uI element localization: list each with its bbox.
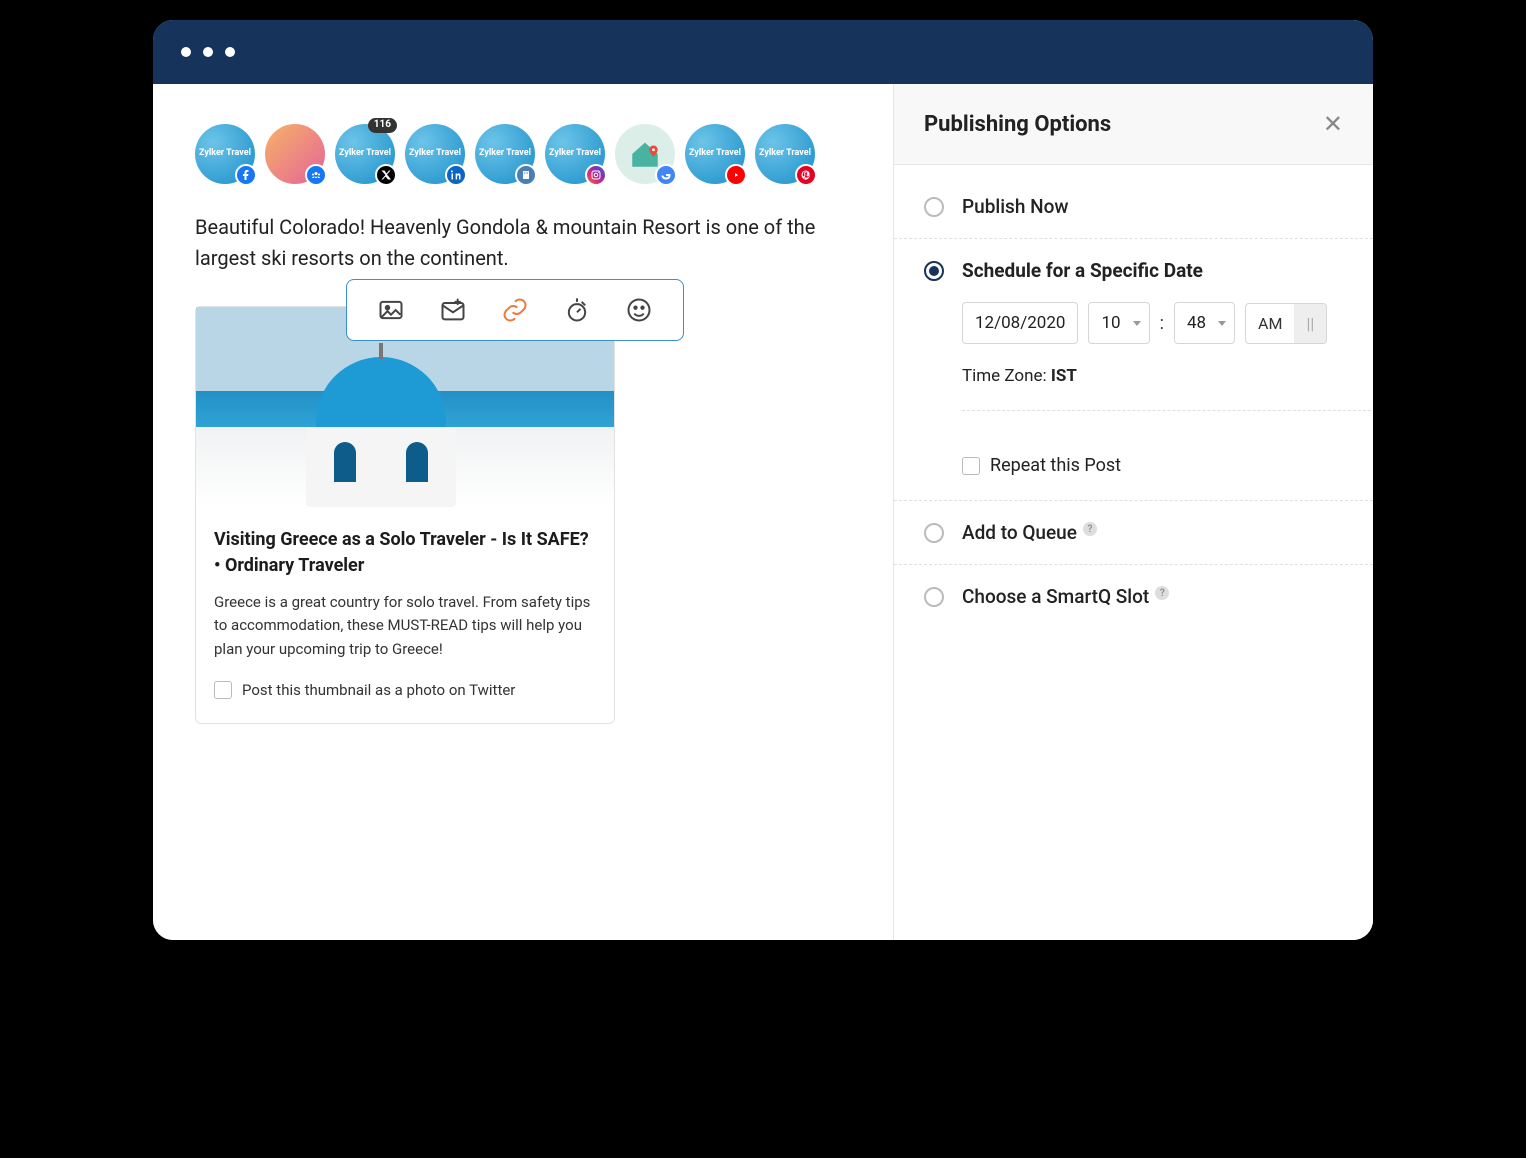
account-chip-facebook[interactable]: Zylker Travel xyxy=(195,124,255,184)
account-chip-facebook-group[interactable] xyxy=(265,124,325,184)
google-icon xyxy=(655,164,677,186)
repeat-checkbox[interactable] xyxy=(962,457,980,475)
option-publish-now[interactable]: Publish Now xyxy=(894,175,1373,239)
pinterest-icon xyxy=(795,164,817,186)
titlebar xyxy=(153,20,1373,84)
radio-publish-now[interactable] xyxy=(924,197,944,217)
close-icon[interactable]: ✕ xyxy=(1323,110,1343,138)
group-icon xyxy=(305,164,327,186)
time-colon: : xyxy=(1160,313,1164,334)
preview-body: Visiting Greece as a Solo Traveler - Is … xyxy=(196,507,614,723)
chevron-down-icon xyxy=(1133,321,1141,326)
account-count-badge: 116 xyxy=(368,118,397,133)
link-icon[interactable] xyxy=(501,296,529,324)
radio-smartq[interactable] xyxy=(924,587,944,607)
option-smartq[interactable]: Choose a SmartQ Slot? xyxy=(894,565,1373,628)
radio-schedule[interactable] xyxy=(924,261,944,281)
app-window: Zylker Travel Zylker Travel116 Zylker Tr… xyxy=(153,20,1373,940)
account-chip-pinterest[interactable]: Zylker Travel xyxy=(755,124,815,184)
help-icon[interactable]: ? xyxy=(1083,522,1097,536)
account-chip-youtube[interactable]: Zylker Travel xyxy=(685,124,745,184)
datetime-row: 12/08/2020 10 : 48 AM || xyxy=(962,302,1343,344)
repeat-row: Repeat this Post xyxy=(962,455,1343,476)
window-dot[interactable] xyxy=(181,47,191,57)
preview-title: Visiting Greece as a Solo Traveler - Is … xyxy=(214,527,596,579)
timezone-label: Time Zone: IST xyxy=(962,366,1343,386)
help-icon[interactable]: ? xyxy=(1155,586,1169,600)
twitter-thumb-label: Post this thumbnail as a photo on Twitte… xyxy=(242,681,515,699)
window-dot[interactable] xyxy=(203,47,213,57)
panel-title: Publishing Options xyxy=(924,112,1111,137)
instagram-icon xyxy=(585,164,607,186)
x-icon xyxy=(375,164,397,186)
image-icon[interactable] xyxy=(377,296,405,324)
schedule-controls: 12/08/2020 10 : 48 AM || Time Zone: IST xyxy=(894,302,1373,501)
radio-queue[interactable] xyxy=(924,523,944,543)
accounts-row: Zylker Travel Zylker Travel116 Zylker Tr… xyxy=(195,124,851,184)
content: Zylker Travel Zylker Travel116 Zylker Tr… xyxy=(153,84,1373,940)
ampm-pm[interactable]: || xyxy=(1294,304,1326,343)
hour-select[interactable]: 10 xyxy=(1088,302,1149,344)
ampm-toggle[interactable]: AM || xyxy=(1245,303,1327,344)
repeat-label: Repeat this Post xyxy=(990,455,1121,476)
twitter-thumb-row: Post this thumbnail as a photo on Twitte… xyxy=(214,681,596,699)
window-dot[interactable] xyxy=(225,47,235,57)
link-preview-card: Visiting Greece as a Solo Traveler - Is … xyxy=(195,306,615,724)
minute-select[interactable]: 48 xyxy=(1174,302,1235,344)
preview-description: Greece is a great country for solo trave… xyxy=(214,591,596,661)
account-chip-instagram[interactable]: Zylker Travel xyxy=(545,124,605,184)
twitter-thumb-checkbox[interactable] xyxy=(214,681,232,699)
ampm-am[interactable]: AM xyxy=(1246,304,1294,343)
account-chip-x[interactable]: Zylker Travel116 xyxy=(335,124,395,184)
option-schedule[interactable]: Schedule for a Specific Date xyxy=(894,239,1373,302)
chevron-down-icon xyxy=(1218,321,1226,326)
linkedin-icon xyxy=(445,164,467,186)
panel-header: Publishing Options ✕ xyxy=(894,84,1373,165)
compose-toolbar xyxy=(346,279,684,341)
date-input[interactable]: 12/08/2020 xyxy=(962,302,1078,344)
linkedin-page-icon xyxy=(515,164,537,186)
account-chip-linkedin[interactable]: Zylker Travel xyxy=(405,124,465,184)
options-list: Publish Now Schedule for a Specific Date… xyxy=(894,165,1373,940)
post-text[interactable]: Beautiful Colorado! Heavenly Gondola & m… xyxy=(195,212,851,274)
house-pin-icon xyxy=(628,137,662,171)
compose-icon[interactable] xyxy=(439,296,467,324)
composer-pane: Zylker Travel Zylker Travel116 Zylker Tr… xyxy=(153,84,893,940)
facebook-icon xyxy=(235,164,257,186)
emoji-icon[interactable] xyxy=(625,296,653,324)
account-chip-google-business[interactable] xyxy=(615,124,675,184)
youtube-icon xyxy=(725,164,747,186)
account-chip-linkedin-page[interactable]: Zylker Travel xyxy=(475,124,535,184)
shorten-icon[interactable] xyxy=(563,296,591,324)
publishing-panel: Publishing Options ✕ Publish Now Schedul… xyxy=(893,84,1373,940)
option-queue[interactable]: Add to Queue? xyxy=(894,501,1373,565)
